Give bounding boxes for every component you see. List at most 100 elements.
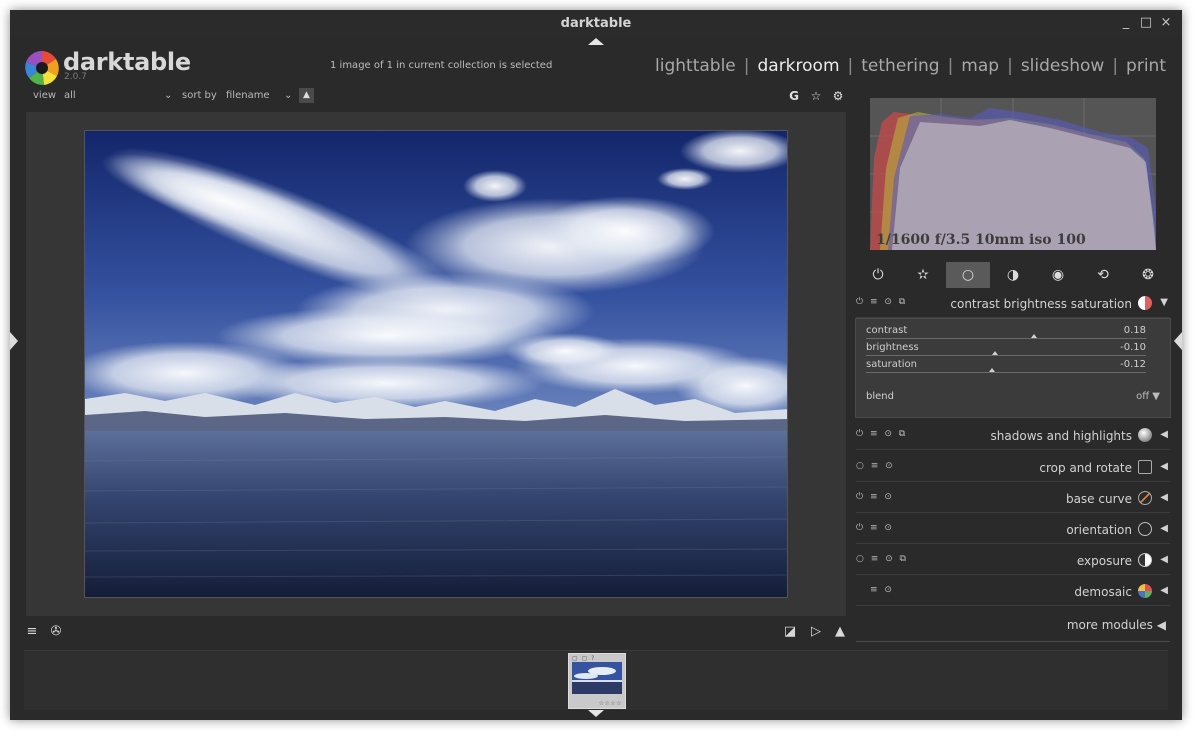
chevron-left-icon[interactable]: ◀ bbox=[1160, 492, 1168, 503]
view-map[interactable]: map bbox=[961, 56, 999, 76]
sort-by-label: sort by bbox=[182, 90, 217, 101]
module-name: orientation bbox=[1066, 523, 1132, 537]
top-panel-toggle-arrow[interactable] bbox=[588, 38, 604, 45]
window-title: darktable bbox=[560, 16, 632, 31]
brightness-slider[interactable]: brightness -0.10 bbox=[866, 342, 1146, 358]
selection-status: 1 image of 1 in current collection is se… bbox=[330, 60, 553, 71]
title-bar: darktable _ □ × bbox=[10, 10, 1182, 38]
view-tethering[interactable]: tethering bbox=[861, 56, 939, 76]
module-controls[interactable]: ○ ≡ ⊙ ⧉ bbox=[856, 554, 908, 564]
right-panel-toggle-arrow[interactable] bbox=[1174, 332, 1182, 350]
slider-knob[interactable] bbox=[989, 368, 996, 372]
chevron-down-icon: ▼ bbox=[1152, 391, 1160, 402]
sort-by-select[interactable]: filename bbox=[226, 90, 270, 101]
module-groups-bar: ⏻ ✫ ○ ◑ ◉ ⟲ ❂ bbox=[856, 262, 1170, 288]
module-header-crop-and-rotate[interactable]: ○ ≡ ⊙ crop and rotate ◀ bbox=[856, 454, 1170, 482]
chevron-down-icon[interactable]: ▼ bbox=[1160, 297, 1168, 308]
chevron-left-icon[interactable]: ◀ bbox=[1160, 554, 1168, 565]
contrast-slider[interactable]: contrast 0.18 bbox=[866, 325, 1146, 341]
view-switcher: lighttable | darkroom | tethering | map | slides… bbox=[653, 56, 1168, 76]
image-canvas[interactable] bbox=[26, 112, 846, 616]
saturation-slider[interactable]: saturation -0.12 bbox=[866, 359, 1146, 375]
maximize-button[interactable]: □ bbox=[1136, 13, 1156, 33]
thumbnail-image bbox=[572, 662, 622, 694]
module-header-contrast-brightness-saturation[interactable]: ⏻ ≡ ⊙ ⧉ contrast brightness saturation ▼ bbox=[856, 290, 1170, 318]
softproof-icon[interactable]: ◪ bbox=[782, 624, 798, 640]
thumbnail-stars[interactable]: ☆☆☆☆ bbox=[598, 700, 622, 707]
module-controls[interactable]: ⏻ ≡ ⊙ ⧉ bbox=[856, 297, 907, 307]
warning-icon[interactable]: ▲ bbox=[832, 624, 848, 640]
chevron-left-icon: ◀ bbox=[1156, 618, 1166, 632]
view-lighttable[interactable]: lighttable bbox=[655, 56, 736, 76]
gear-icon[interactable]: ⚙ bbox=[830, 88, 846, 104]
module-controls[interactable]: ⏻ ≡ ⊙ bbox=[856, 523, 894, 533]
bottom-panel-toggle-arrow[interactable] bbox=[588, 710, 604, 717]
module-header-orientation[interactable]: ⏻ ≡ ⊙ orientation ◀ bbox=[856, 516, 1170, 544]
chevron-down-icon[interactable]: ⌄ bbox=[164, 90, 172, 101]
correct-group-icon[interactable]: ⟲ bbox=[1081, 262, 1125, 288]
grouping-icon[interactable]: G bbox=[786, 88, 802, 104]
view-print[interactable]: print bbox=[1126, 56, 1166, 76]
color-group-icon[interactable]: ◉ bbox=[1036, 262, 1080, 288]
chevron-left-icon[interactable]: ◀ bbox=[1160, 523, 1168, 534]
chevron-left-icon[interactable]: ◀ bbox=[1160, 429, 1168, 440]
module-controls[interactable]: ≡ ⊙ bbox=[870, 585, 894, 595]
module-name: crop and rotate bbox=[1039, 461, 1132, 475]
module-header-base-curve[interactable]: ⏻ ≡ ⊙ base curve ◀ bbox=[856, 485, 1170, 513]
effect-group-icon[interactable]: ❂ bbox=[1126, 262, 1170, 288]
close-button[interactable]: × bbox=[1156, 13, 1176, 33]
base-curve-icon bbox=[1138, 491, 1152, 505]
chevron-left-icon[interactable]: ◀ bbox=[1160, 461, 1168, 472]
contrast-brightness-saturation-panel: contrast 0.18 brightness -0.10 saturatio… bbox=[855, 318, 1171, 418]
module-name: exposure bbox=[1076, 554, 1132, 568]
view-separator: | bbox=[947, 56, 954, 76]
module-header-shadows-and-highlights[interactable]: ⏻ ≡ ⊙ ⧉ shadows and highlights ◀ bbox=[856, 422, 1170, 450]
filmstrip-thumbnail[interactable]: ▢ ▢ ? ☆☆☆☆ bbox=[568, 653, 626, 709]
slider-track[interactable] bbox=[866, 355, 1146, 356]
slider-track[interactable] bbox=[866, 372, 1146, 373]
more-modules-label: more modules bbox=[1066, 618, 1153, 632]
view-filter-select[interactable]: all bbox=[64, 90, 76, 101]
slider-label: brightness bbox=[866, 342, 919, 353]
gamut-check-icon[interactable]: ▷ bbox=[808, 624, 824, 640]
module-header-exposure[interactable]: ○ ≡ ⊙ ⧉ exposure ◀ bbox=[856, 547, 1170, 575]
basic-group-icon[interactable]: ○ bbox=[946, 262, 990, 288]
view-separator: | bbox=[1112, 56, 1119, 76]
landscape-image bbox=[85, 131, 787, 597]
styles-icon[interactable]: ✇ bbox=[48, 624, 64, 640]
slider-value: 0.18 bbox=[1123, 325, 1146, 336]
view-separator: | bbox=[1007, 56, 1013, 76]
histogram[interactable]: 1/1600 f/3.5 10mm iso 100 bbox=[870, 98, 1156, 250]
module-controls[interactable]: ⏻ ≡ ⊙ ⧉ bbox=[856, 429, 907, 439]
slider-knob[interactable] bbox=[992, 351, 998, 355]
view-filter-label: view bbox=[33, 90, 57, 101]
exif-info: 1/1600 f/3.5 10mm iso 100 bbox=[876, 232, 1086, 248]
left-panel-toggle-arrow[interactable] bbox=[10, 332, 18, 350]
module-controls[interactable]: ⏻ ≡ ⊙ bbox=[856, 492, 894, 502]
menu-icon[interactable]: ≡ bbox=[24, 624, 40, 640]
blend-mode-select[interactable]: blend off ▼ bbox=[866, 391, 1160, 402]
orientation-icon bbox=[1138, 522, 1152, 536]
view-darkroom[interactable]: darkroom bbox=[757, 56, 839, 76]
tone-group-icon[interactable]: ◑ bbox=[991, 262, 1035, 288]
demosaic-icon bbox=[1138, 584, 1152, 598]
blend-value[interactable]: off ▼ bbox=[1136, 391, 1160, 402]
module-name: base curve bbox=[1065, 492, 1132, 506]
slider-track[interactable] bbox=[866, 338, 1146, 339]
view-slideshow[interactable]: slideshow bbox=[1021, 56, 1105, 76]
module-controls[interactable]: ○ ≡ ⊙ bbox=[856, 461, 895, 471]
slider-knob[interactable] bbox=[1031, 334, 1038, 338]
slider-label: contrast bbox=[866, 325, 908, 336]
chevron-left-icon[interactable]: ◀ bbox=[1160, 585, 1168, 596]
star-icon[interactable]: ☆ bbox=[808, 88, 824, 104]
favorites-icon[interactable]: ✫ bbox=[901, 262, 945, 288]
more-modules-button[interactable]: more modules ◀ bbox=[856, 618, 1170, 642]
app-window: darktable _ □ × darktable 2.0.7 1 image … bbox=[10, 10, 1182, 720]
minimize-button[interactable]: _ bbox=[1116, 13, 1136, 33]
module-header-demosaic[interactable]: ≡ ⊙ demosaic ◀ bbox=[856, 578, 1170, 606]
chevron-down-icon[interactable]: ⌄ bbox=[284, 90, 292, 101]
sort-order-button[interactable]: ▲ bbox=[299, 88, 314, 103]
exposure-icon bbox=[1138, 553, 1152, 567]
filmstrip: ▢ ▢ ? ☆☆☆☆ bbox=[24, 650, 1168, 710]
power-icon[interactable]: ⏻ bbox=[856, 262, 900, 288]
